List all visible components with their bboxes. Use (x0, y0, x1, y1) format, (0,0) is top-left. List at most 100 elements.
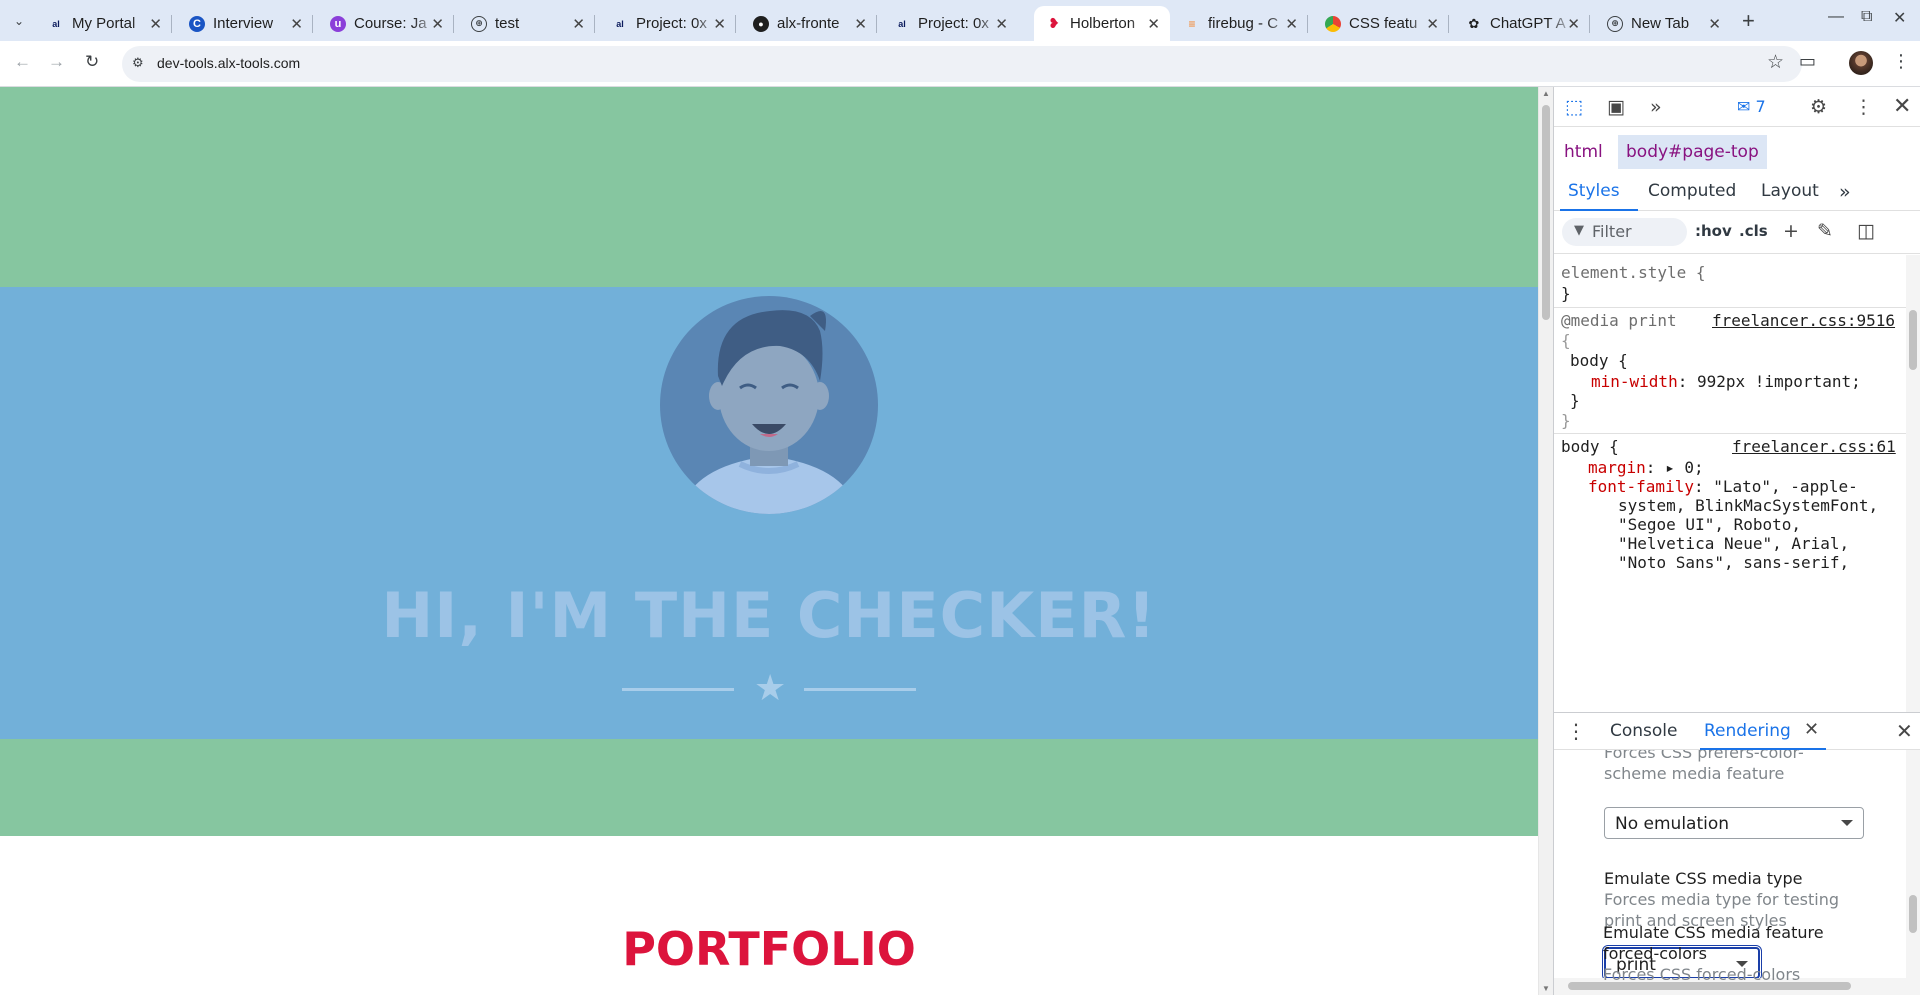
source-link-freelancer-61[interactable]: freelancer.css:61 (1732, 437, 1896, 456)
page-scrollbar[interactable]: ▲ ▼ (1538, 87, 1553, 995)
reload-icon[interactable]: ↻ (85, 52, 99, 72)
rendering-scrollbar[interactable] (1906, 750, 1920, 978)
tab-interview[interactable]: C Interview ✕ (177, 6, 313, 41)
close-tab-icon[interactable]: ✕ (1285, 15, 1298, 33)
page-viewport: HI, I'M THE CHECKER! ★ PORTFOLIO (0, 87, 1538, 995)
forward-arrow-icon[interactable]: → (48, 52, 65, 72)
close-tab-icon[interactable]: ✕ (1708, 15, 1721, 33)
inspect-element-icon[interactable]: ⬚ (1565, 96, 1583, 118)
profile-avatar[interactable] (1849, 51, 1873, 75)
page-scroll-thumb[interactable] (1542, 105, 1550, 320)
font-family-value-line: "Helvetica Neue", Arial, (1618, 534, 1850, 553)
tab-computed[interactable]: Computed (1648, 181, 1736, 201)
new-rule-plus-icon[interactable]: + (1783, 220, 1799, 242)
rendering-horizontal-scrollbar[interactable] (1554, 978, 1920, 995)
close-drawer-icon[interactable]: ✕ (1896, 719, 1913, 743)
tab-new-tab[interactable]: ⊕ New Tab ✕ (1595, 6, 1731, 41)
source-link-freelancer-9516[interactable]: freelancer.css:9516 (1712, 311, 1895, 330)
tab-holberton[interactable]: ❥ Holberton ✕ (1034, 6, 1170, 41)
tab-alx-frontend[interactable]: ● alx-fronte ✕ (741, 6, 877, 41)
close-tab-icon[interactable]: ✕ (149, 15, 162, 33)
device-toolbar-icon[interactable]: ▣ (1607, 96, 1625, 118)
devtools-toolbar: ⬚ ▣ » ✉ 7 ⚙ ⋮ ✕ (1554, 87, 1920, 127)
browser-menu-icon[interactable]: ⋮ (1892, 51, 1910, 72)
styles-scroll-thumb[interactable] (1909, 310, 1917, 370)
tab-layout[interactable]: Layout (1761, 181, 1819, 201)
tab-strip: ⌄ al My Portal ✕ C Interview ✕ u Course:… (0, 0, 1920, 41)
checker-avatar-image (660, 296, 878, 514)
open-brace: { (1561, 331, 1571, 350)
bookmark-star-icon[interactable]: ☆ (1767, 51, 1784, 74)
rule-separator (1554, 433, 1906, 434)
alx-icon: al (616, 18, 624, 29)
tab-test[interactable]: ⊕ test ✕ (459, 6, 595, 41)
tab-console[interactable]: Console (1610, 721, 1678, 741)
tab-my-portal[interactable]: al My Portal ✕ (36, 6, 172, 41)
window-close-icon[interactable]: ✕ (1893, 8, 1906, 28)
scroll-down-arrow-icon[interactable]: ▼ (1542, 984, 1550, 993)
paint-brush-icon[interactable]: ✎ (1817, 220, 1833, 242)
breadcrumb-html[interactable]: html (1556, 135, 1611, 169)
tab-project-2[interactable]: al Project: 0x ✕ (882, 6, 1018, 41)
settings-gear-icon[interactable]: ⚙ (1810, 96, 1827, 118)
styles-filter-row: ▼ Filter :hov .cls + ✎ ◫ (1554, 212, 1920, 254)
hov-button[interactable]: :hov (1695, 222, 1732, 240)
rendering-scroll-thumb[interactable] (1909, 895, 1917, 933)
course-icon: u (330, 15, 346, 32)
close-tab-icon[interactable]: ✕ (854, 15, 867, 33)
more-panels-chevron-icon[interactable]: » (1650, 96, 1662, 118)
close-tab-icon[interactable]: ✕ (1426, 15, 1439, 33)
body-selector[interactable]: body { (1570, 351, 1628, 370)
element-style-selector[interactable]: element.style { (1561, 263, 1706, 282)
back-arrow-icon[interactable]: ← (14, 52, 31, 72)
body-rule-selector[interactable]: body { (1561, 437, 1619, 456)
drawer-menu-icon[interactable]: ⋮ (1566, 719, 1586, 743)
tab-chatgpt[interactable]: ✿ ChatGPT A ✕ (1454, 6, 1590, 41)
tab-project-1[interactable]: al Project: 0x ✕ (600, 6, 736, 41)
tab-rendering[interactable]: Rendering (1704, 721, 1791, 741)
min-width-declaration[interactable]: min-width: 992px !important; (1591, 372, 1861, 391)
tab-course[interactable]: u Course: Ja ✕ (318, 6, 454, 41)
devtools-menu-icon[interactable]: ⋮ (1854, 96, 1873, 118)
close-tab-icon[interactable]: ✕ (431, 15, 444, 33)
horizontal-scroll-thumb[interactable] (1568, 982, 1851, 990)
close-tab-icon[interactable]: ✕ (1567, 15, 1580, 33)
toggle-sidebar-icon[interactable]: ◫ (1857, 220, 1875, 242)
close-tab-icon[interactable]: ✕ (1147, 15, 1160, 33)
more-tabs-chevron-icon[interactable]: » (1839, 181, 1851, 203)
close-tab-icon[interactable]: ✕ (290, 15, 303, 33)
close-rendering-tab-icon[interactable]: ✕ (1804, 719, 1819, 740)
dropdown-caret-icon (1841, 820, 1853, 826)
expand-triangle-icon[interactable]: ▸ (1665, 458, 1675, 477)
address-bar[interactable]: ⚙ dev-tools.alx-tools.com ☆ (122, 46, 1802, 82)
styles-scrollbar[interactable] (1906, 255, 1920, 712)
extensions-puzzle-icon[interactable]: ▭ (1799, 51, 1816, 72)
forced-colors-section: Emulate CSS media feature forced-colors … (1553, 922, 1905, 980)
star-divider: ★ (622, 670, 916, 706)
star-icon: ★ (754, 667, 787, 708)
cls-button[interactable]: .cls (1739, 222, 1768, 240)
globe-icon: ⊕ (471, 15, 487, 32)
close-tab-icon[interactable]: ✕ (572, 15, 585, 33)
closing-brace: } (1561, 411, 1571, 430)
close-tab-icon[interactable]: ✕ (713, 15, 726, 33)
url-text[interactable]: dev-tools.alx-tools.com (157, 55, 300, 71)
breadcrumb-body[interactable]: body#page-top (1618, 135, 1767, 169)
green-band-top (0, 87, 1538, 287)
close-tab-icon[interactable]: ✕ (995, 15, 1008, 33)
tab-search-chevron-icon[interactable]: ⌄ (8, 10, 30, 32)
tab-styles[interactable]: Styles (1568, 181, 1620, 201)
styles-filter-input[interactable]: ▼ Filter (1562, 218, 1687, 246)
new-tab-plus-icon[interactable]: + (1742, 8, 1755, 34)
margin-declaration[interactable]: margin: ▸ 0; (1588, 458, 1704, 477)
close-devtools-icon[interactable]: ✕ (1893, 94, 1911, 119)
font-family-declaration[interactable]: font-family: "Lato", -apple- (1588, 477, 1858, 496)
tab-firebug[interactable]: ≡ firebug - C ✕ (1172, 6, 1308, 41)
site-info-icon[interactable]: ⚙ (132, 55, 144, 71)
tab-css-features[interactable]: CSS featu ✕ (1313, 6, 1449, 41)
issues-badge[interactable]: ✉ 7 (1737, 97, 1766, 116)
minimize-icon[interactable]: — (1828, 8, 1844, 26)
restore-icon[interactable]: ⧉ (1861, 8, 1872, 26)
color-scheme-select[interactable]: No emulation (1604, 807, 1864, 839)
scroll-up-arrow-icon[interactable]: ▲ (1542, 89, 1550, 98)
